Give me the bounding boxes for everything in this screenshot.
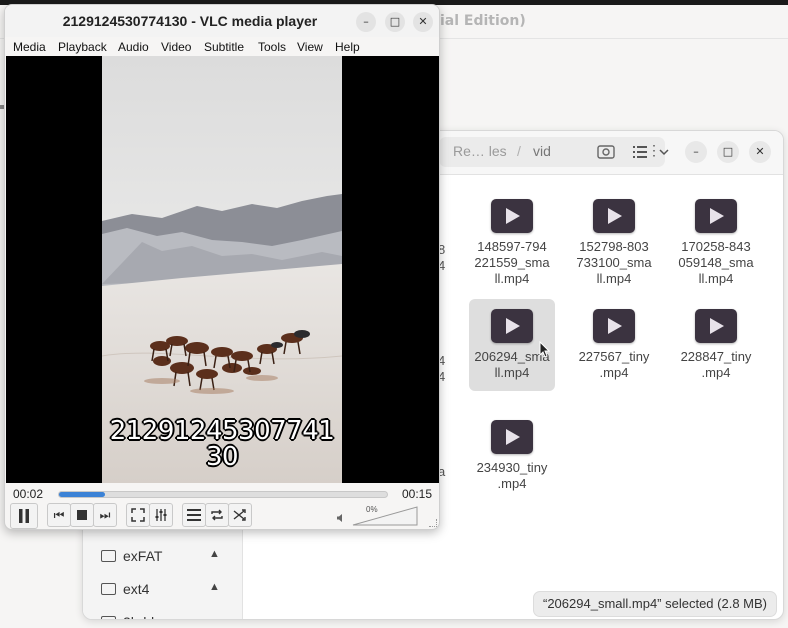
menu-subtitle[interactable]: Subtitle [204, 40, 244, 54]
close-button[interactable]: ✕ [749, 141, 771, 163]
extended-settings-button[interactable] [149, 503, 173, 527]
drive-icon [101, 583, 116, 595]
menu-view[interactable]: View [297, 40, 323, 54]
resize-grip-icon[interactable] [429, 519, 437, 527]
file-name: 227567_tiny .mp4 [578, 349, 650, 380]
drive-icon [101, 616, 116, 619]
chevron-down-icon[interactable] [655, 141, 673, 163]
next-button[interactable]: ⏭ [93, 503, 117, 527]
sidebar-item-ext4[interactable]: ext4 ▲ [101, 578, 231, 602]
video-file-icon [491, 420, 533, 454]
video-file-icon [491, 199, 533, 233]
background-window-title: ial Edition) [440, 13, 526, 29]
file-name: 148597-794 221559_sma ll.mp4 [474, 239, 550, 286]
sidebar-item-2hdd[interactable]: 2hdd [101, 611, 231, 619]
menu-tools[interactable]: Tools [258, 40, 286, 54]
file-name: 170258-843 059148_sma ll.mp4 [678, 239, 754, 286]
minimize-button[interactable]: – [685, 141, 707, 163]
file-item[interactable]: 148597-794 221559_sma ll.mp4 [469, 189, 555, 286]
mute-icon[interactable] [336, 513, 346, 526]
file-item[interactable]: 227567_tiny .mp4 [571, 299, 657, 391]
file-name: 234930_tiny .mp4 [476, 460, 548, 491]
video-file-icon [593, 199, 635, 233]
video-file-icon [695, 199, 737, 233]
seek-progress [59, 492, 105, 497]
menu-playback[interactable]: Playback [58, 40, 107, 54]
loop-button[interactable] [205, 503, 229, 527]
sidebar-item-label: exFAT [123, 548, 163, 564]
file-item[interactable]: 152798-803 733100_sma ll.mp4 [571, 189, 657, 286]
video-file-icon [491, 309, 533, 343]
search-icon[interactable] [595, 141, 617, 163]
video-file-icon [593, 309, 635, 343]
list-view-icon[interactable] [629, 141, 651, 163]
subtitle-line: 21291245307741 [109, 416, 335, 446]
vlc-menubar: Media Playback Audio Video Subtitle Tool… [5, 37, 439, 57]
path-segment-parent[interactable]: Re… les [453, 143, 507, 159]
seek-slider[interactable] [58, 491, 388, 498]
video-frame: 21291245307741 30 [102, 56, 342, 483]
vlc-window: 2129124530774130 - VLC media player – □ … [4, 4, 440, 530]
fullscreen-button[interactable] [126, 503, 150, 527]
video-area[interactable]: 21291245307741 30 [6, 56, 439, 483]
path-separator: / [517, 143, 521, 159]
file-item[interactable]: 228847_tiny .mp4 [673, 299, 759, 391]
vlc-close-button[interactable]: ✕ [413, 12, 433, 32]
mouse-cursor-icon [539, 341, 551, 358]
vlc-titlebar[interactable]: 2129124530774130 - VLC media player – □ … [5, 5, 439, 37]
menu-help[interactable]: Help [335, 40, 360, 54]
subtitle-line: 30 [205, 442, 239, 472]
vlc-minimize-button[interactable]: – [356, 12, 376, 32]
previous-button[interactable]: ⏮ [47, 503, 71, 527]
file-item-selected[interactable]: 206294_sma ll.mp4 [469, 299, 555, 391]
eject-icon[interactable]: ▲ [209, 581, 220, 593]
pause-button[interactable] [10, 503, 38, 529]
volume-slider[interactable] [351, 505, 421, 527]
eject-icon[interactable]: ▲ [209, 548, 220, 560]
drive-icon [101, 550, 116, 562]
menu-media[interactable]: Media [13, 40, 46, 54]
file-name: 228847_tiny .mp4 [680, 349, 752, 380]
vlc-maximize-button[interactable]: □ [385, 12, 405, 32]
time-total: 00:15 [402, 487, 433, 501]
volume-level: 0% [366, 505, 378, 514]
seek-row: 00:02 00:15 [5, 484, 439, 504]
selection-status: “206294_small.mp4” selected (2.8 MB) [533, 591, 777, 617]
vlc-window-title: 2129124530774130 - VLC media player [62, 13, 318, 29]
maximize-button[interactable]: □ [717, 141, 739, 163]
video-file-icon [695, 309, 737, 343]
shuffle-button[interactable] [228, 503, 252, 527]
path-segment-current[interactable]: vid [533, 143, 551, 159]
sidebar-item-label: 2hdd [123, 614, 154, 619]
file-name: 152798-803 733100_sma ll.mp4 [576, 239, 652, 286]
time-elapsed: 00:02 [13, 487, 44, 501]
playback-controls: ⏮ ⏭ 0% [5, 503, 439, 529]
file-item[interactable]: 170258-843 059148_sma ll.mp4 [673, 189, 759, 286]
stop-button[interactable] [70, 503, 94, 527]
menu-video[interactable]: Video [161, 40, 191, 54]
menu-audio[interactable]: Audio [118, 40, 149, 54]
file-item[interactable]: 234930_tiny .mp4 [469, 410, 555, 502]
playlist-button[interactable] [182, 503, 206, 527]
sidebar-item-label: ext4 [123, 581, 150, 597]
sidebar-item-exfat[interactable]: exFAT ▲ [101, 545, 231, 569]
